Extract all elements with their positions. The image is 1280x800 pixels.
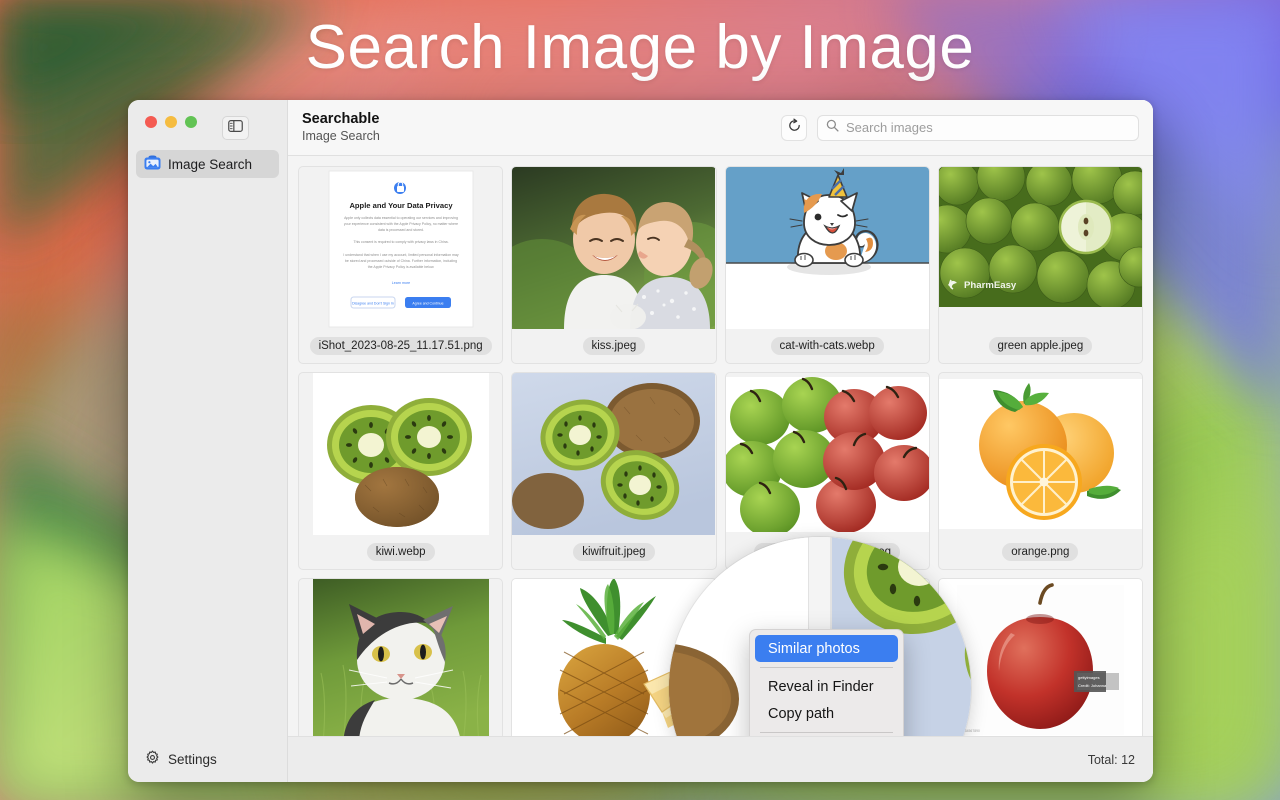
grid-item[interactable]: red and green apple.jpeg (724, 372, 930, 570)
svg-text:Credit: Johanna: Credit: Johanna (1078, 683, 1107, 688)
filename-chip: orange.png (939, 535, 1142, 569)
image-grid: Apple and Your Data Privacy Apple only c… (288, 156, 1153, 736)
thumbnail-photo-cat-grass (299, 579, 502, 736)
svg-text:Disagree and Don't Sign In: Disagree and Don't Sign In (352, 301, 394, 305)
svg-text:Apple and Your Data Privacy: Apple and Your Data Privacy (349, 201, 453, 210)
filename-chip: kiwi.webp (299, 535, 502, 569)
image-grid-scroll-area[interactable]: Apple and Your Data Privacy Apple only c… (288, 156, 1153, 736)
filename-chip: kiss.jpeg (512, 329, 715, 363)
svg-text:your experience consistent wit: your experience consistent with the Appl… (344, 222, 458, 226)
sidebar-item-image-search[interactable]: Image Search (136, 150, 279, 178)
search-input[interactable]: Search images (817, 114, 1139, 141)
sidebar-toggle-button[interactable] (222, 116, 249, 140)
filename-label: cat-with-cats.webp (770, 337, 884, 355)
filename-label: green apple.jpeg (988, 337, 1093, 355)
svg-text:I understand that when I use m: I understand that when I use my account,… (343, 253, 459, 257)
context-menu-separator (760, 732, 893, 733)
filename-label: kiss.jpeg (582, 337, 646, 355)
thumbnail-illustration-cat-party-hat (725, 167, 929, 329)
search-placeholder: Search images (846, 120, 933, 135)
filename-label: red and green apple.jpeg (754, 543, 901, 561)
grid-item[interactable]: pineapple.png (511, 578, 717, 736)
context-menu-item-label: Reveal in Finder (768, 678, 874, 695)
filename-chip: iShot_2023-08-25_11.17.51.png (299, 329, 502, 363)
filename-label: orange.png (1002, 543, 1079, 561)
svg-text:be stored and processed outsid: be stored and processed outside of China… (345, 259, 457, 263)
thumbnail-photo-kiwi-slices (299, 373, 502, 535)
thumbnail-photo-oranges (938, 373, 1142, 535)
thumbnail-screenshot-apple-privacy: Apple and Your Data Privacy Apple only c… (299, 167, 502, 329)
filename-label: iShot_2023-08-25_11.17.51.png (309, 337, 492, 355)
thumbnail-photo-red-apple: gettyimages Credit: Johanna 1234567890 (938, 579, 1142, 736)
svg-text:my.sound.net: my.sound.net (731, 584, 752, 588)
context-menu-item-label: Copy path (768, 705, 835, 722)
svg-text:Learn more: Learn more (391, 281, 409, 285)
app-title: Searchable (302, 111, 380, 127)
thumbnail-photo-red-green-apples (725, 373, 929, 535)
settings-label: Settings (168, 751, 217, 767)
minimize-button[interactable] (165, 116, 177, 128)
svg-text:PharmEasy: PharmEasy (964, 280, 1017, 291)
context-menu[interactable]: Similar photos Reveal in Finder Copy pat… (749, 629, 904, 736)
grid-item[interactable]: Apple and Your Data Privacy Apple only c… (298, 166, 504, 364)
filename-chip: cat-with-cats.webp (726, 329, 929, 363)
zoom-button[interactable] (185, 116, 197, 128)
svg-text:gettyimages: gettyimages (1078, 675, 1100, 680)
page-title: Search Image by Image (305, 13, 975, 82)
filename-chip: kiwifruit.jpeg (512, 535, 715, 569)
thumbnail-photo-green-apples: PharmEasy (938, 167, 1142, 329)
thumbnail-photo-children (512, 167, 716, 329)
sidebar-nav: Image Search (128, 144, 287, 178)
gear-icon (145, 750, 160, 768)
grid-item[interactable]: kiwi.webp (298, 372, 504, 570)
filename-chip: green apple.jpeg (939, 329, 1142, 363)
app-subtitle: Image Search (302, 129, 380, 143)
settings-button[interactable]: Settings (128, 736, 287, 782)
refresh-button[interactable] (781, 114, 807, 141)
sidebar: Image Search Settings (128, 100, 288, 782)
refresh-icon (787, 117, 802, 138)
sidebar-toggle-icon (228, 119, 243, 137)
context-menu-item-copy-path[interactable]: Copy path (750, 700, 903, 727)
grid-item[interactable]: gettyimages Credit: Johanna 1234567890 a… (937, 578, 1143, 736)
svg-text:data is processed and stored.: data is processed and stored. (378, 228, 424, 232)
thumbnail-photo-kiwi-fruit (512, 373, 716, 535)
context-menu-item-similar-photos[interactable]: Similar photos (755, 635, 898, 662)
sidebar-item-label: Image Search (168, 156, 253, 172)
status-bar: Total: 12 (288, 736, 1153, 782)
filename-label: kiwi.webp (366, 543, 435, 561)
filename-label: kiwifruit.jpeg (573, 543, 655, 561)
svg-text:Apple only collects data essen: Apple only collects data essential to op… (344, 216, 458, 220)
grid-item[interactable]: PharmEasy green apple.jpeg (937, 166, 1143, 364)
svg-text:Agree and Continue: Agree and Continue (412, 301, 443, 305)
grid-item[interactable]: kiss.jpeg (511, 166, 717, 364)
svg-text:the Apple Privacy Policy is av: the Apple Privacy Policy is available be… (367, 265, 434, 269)
toolbar-titles: Searchable Image Search (302, 111, 380, 144)
photo-icon (144, 155, 161, 173)
grid-item[interactable]: orange.png (937, 372, 1143, 570)
main-content: Searchable Image Search Search images Ap… (288, 100, 1153, 782)
context-menu-separator (760, 667, 893, 668)
app-window: Image Search Settings Searchable Image S… (128, 100, 1153, 782)
svg-text:1234567890: 1234567890 (961, 729, 980, 733)
svg-text:This consent is required to co: This consent is required to comply with … (353, 240, 448, 244)
grid-item[interactable]: cat.jpeg (298, 578, 504, 736)
context-menu-item-label: Similar photos (768, 640, 860, 657)
close-button[interactable] (145, 116, 157, 128)
total-count-label: Total: 12 (1087, 752, 1135, 767)
search-icon (826, 119, 839, 137)
toolbar: Searchable Image Search Search images (288, 100, 1153, 156)
filename-chip: red and green apple.jpeg (726, 535, 929, 569)
context-menu-item-reveal-in-finder[interactable]: Reveal in Finder (750, 673, 903, 700)
grid-item[interactable]: cat-with-cats.webp (724, 166, 930, 364)
window-traffic-lights (128, 100, 287, 144)
thumbnail-photo-pineapple (512, 579, 716, 736)
grid-item[interactable]: kiwifruit.jpeg (511, 372, 717, 570)
